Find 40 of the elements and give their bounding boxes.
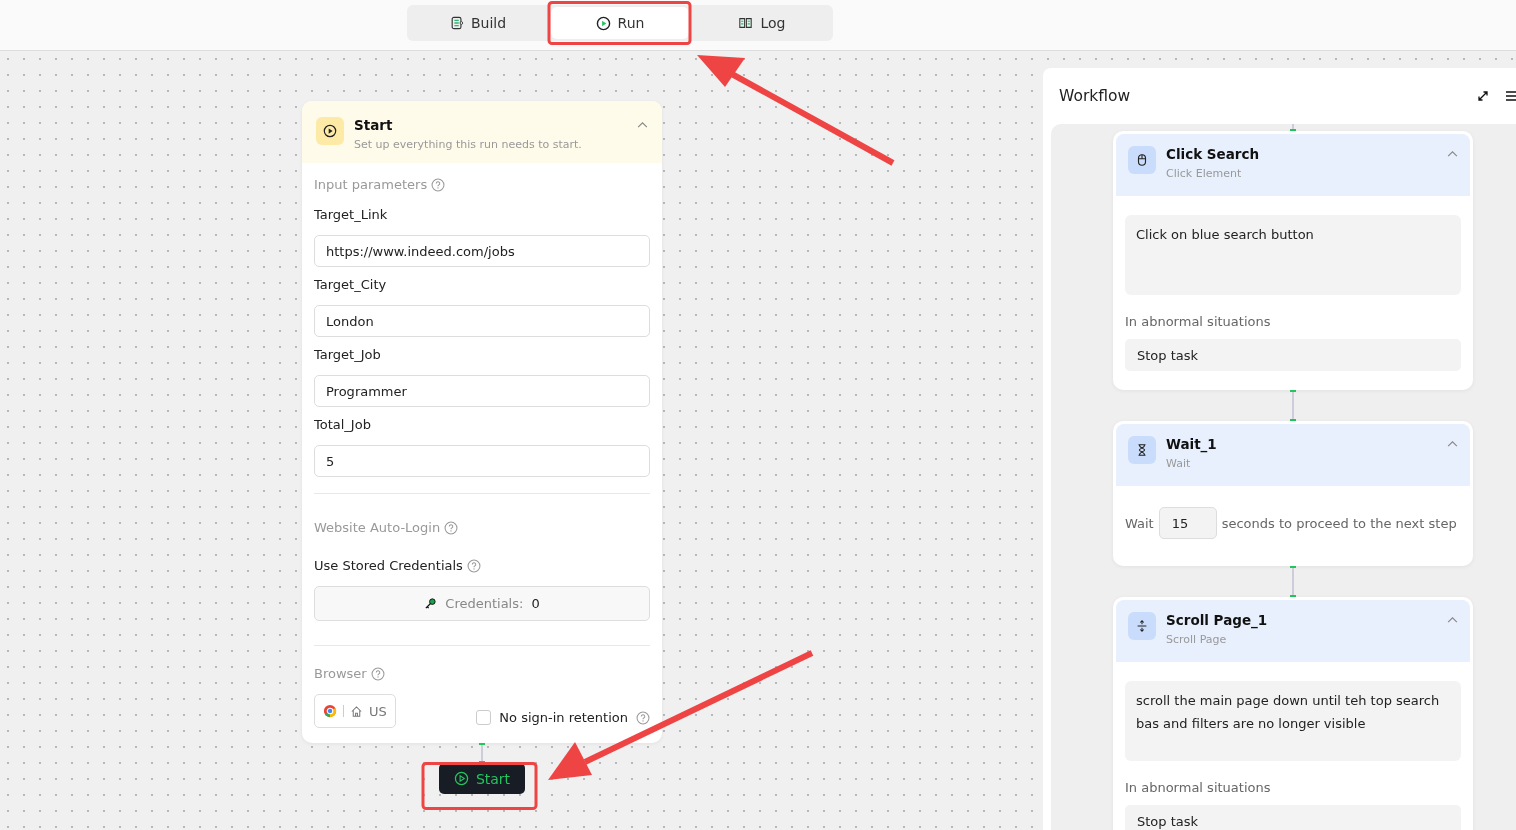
step-title: Click Search	[1166, 146, 1261, 162]
card-title: Start	[354, 117, 394, 133]
credentials-button[interactable]: Credentials: 0	[314, 586, 650, 621]
checkbox-label: No sign-in retention	[499, 710, 628, 725]
step-card[interactable]: Click Search Click Element Click on blue search button In abnormal situations Stop task	[1113, 131, 1473, 390]
step-title: Scroll Page_1	[1166, 612, 1269, 628]
credentials-label: Use Stored Credentials	[314, 557, 463, 575]
param-input-field[interactable]: Programmer	[314, 375, 650, 407]
section-label: Browser	[314, 665, 367, 683]
wait-hint: seconds to proceed to the next step	[1221, 515, 1457, 531]
abnormal-label: In abnormal situations	[1125, 780, 1272, 795]
step-type: Wait	[1166, 457, 1192, 470]
section-label: Website Auto-Login	[314, 519, 441, 537]
card-subtitle: Set up everything this run needs to start.	[354, 138, 583, 151]
param-label: Target_Job	[314, 346, 382, 364]
wait-label: Wait	[1125, 515, 1154, 531]
step-card[interactable]: Wait_1 Wait Wait 15 seconds to proceed to the next step	[1113, 421, 1473, 566]
param-label: Target_Link	[314, 206, 389, 224]
param-label: Total_Job	[314, 416, 372, 434]
start-button[interactable]: Start	[438, 763, 526, 794]
step-type: Click Element	[1166, 167, 1243, 180]
panel-title: Workflow	[1059, 87, 1132, 105]
param-label: Target_City	[314, 276, 388, 294]
param-input-field[interactable]: London	[314, 305, 650, 337]
view-tab[interactable]: Log	[693, 7, 831, 39]
abnormal-action-select[interactable]: Stop task	[1125, 805, 1461, 830]
param-input-field[interactable]: https://www.indeed.com/jobs	[314, 235, 650, 267]
step-title: Wait_1	[1166, 436, 1218, 452]
section-label: Input parameters	[314, 176, 428, 194]
instruction-field[interactable]: scroll the main page down until teh top search bas and filters are no longer visible	[1125, 681, 1461, 761]
seconds-field[interactable]: 15	[1158, 507, 1217, 539]
abnormal-label: In abnormal situations	[1125, 314, 1272, 329]
view-tab[interactable]: Run	[551, 7, 689, 39]
browser-select[interactable]: US	[314, 694, 396, 728]
step-type: Scroll Page	[1166, 633, 1228, 646]
view-tab[interactable]: Build	[409, 7, 547, 39]
param-input-field[interactable]: 5	[314, 445, 650, 477]
instruction-field[interactable]: Click on blue search button	[1125, 215, 1461, 295]
abnormal-action-select[interactable]: Stop task	[1125, 339, 1461, 371]
step-card[interactable]: Scroll Page_1 Scroll Page scroll the main page down until teh top search bas and filters are no longer visible In abnormal situations Stop task	[1113, 597, 1473, 830]
